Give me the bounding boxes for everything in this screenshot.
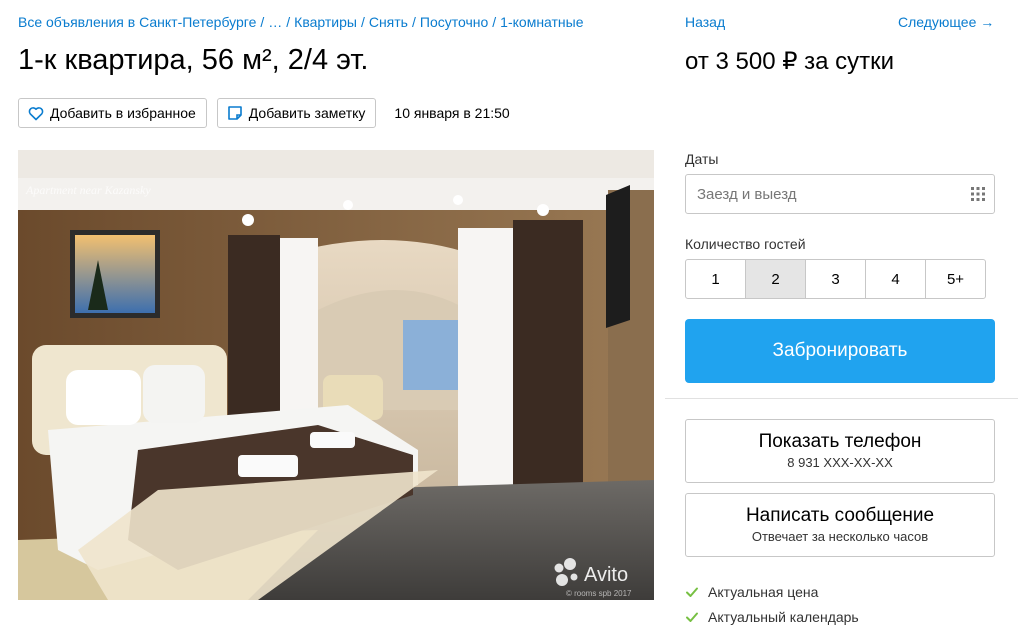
divider <box>665 398 1018 399</box>
send-message-button[interactable]: Написать сообщение Отвечает за несколько… <box>685 493 995 557</box>
listing-page: Все объявления в Санкт-Петербурге /… / Квар… <box>0 0 1018 635</box>
guests-option-1[interactable]: 1 <box>685 259 746 299</box>
book-button[interactable]: Забронировать <box>685 319 995 383</box>
feature-actual-price: Актуальная цена <box>685 584 818 600</box>
feature-label: Актуальный календарь <box>708 609 859 625</box>
heart-icon <box>28 105 44 121</box>
dates-label: Даты <box>685 151 719 167</box>
check-icon <box>685 610 699 624</box>
breadcrumb-one-room[interactable]: 1-комнатные <box>500 14 583 30</box>
note-icon <box>227 105 243 121</box>
guests-option-5-plus[interactable]: 5+ <box>925 259 986 299</box>
guests-selector: 1 2 3 4 5+ <box>685 259 986 299</box>
listing-title: 1-к квартира, 56 м², 2/4 эт. <box>18 44 369 76</box>
add-note-label: Добавить заметку <box>248 105 366 121</box>
guests-option-4[interactable]: 4 <box>865 259 926 299</box>
add-to-favorites-label: Добавить в избранное <box>50 105 196 121</box>
breadcrumb-apartments[interactable]: Квартиры <box>294 14 357 30</box>
send-message-label: Написать сообщение <box>745 505 935 526</box>
photo-watermark: Apartment near Kazansky <box>25 183 151 197</box>
dates-input[interactable]: Заезд и выезд <box>685 174 995 214</box>
feature-label: Актуальная цена <box>708 584 819 600</box>
feature-actual-calendar: Актуальный календарь <box>685 609 859 625</box>
next-link[interactable]: Следующее → <box>898 14 994 30</box>
breadcrumb-daily[interactable]: Посуточно <box>420 14 488 30</box>
photo-gallery[interactable]: Apartment near Kazansky Avito © rooms sp… <box>18 150 654 600</box>
show-phone-button[interactable]: Показать телефон 8 931 XXX-XX-XX <box>685 419 995 483</box>
calendar-grid-icon <box>971 187 985 205</box>
breadcrumb-separator: / <box>286 14 291 30</box>
breadcrumb-rent[interactable]: Снять <box>369 14 408 30</box>
phone-number: 8 931 XXX-XX-XX <box>787 455 893 470</box>
breadcrumb-all-listings[interactable]: Все объявления в Санкт-Петербурге <box>18 14 256 30</box>
breadcrumb-separator: / <box>411 14 416 30</box>
back-link[interactable]: Назад <box>685 14 725 30</box>
add-note-button[interactable]: Добавить заметку <box>216 98 377 128</box>
photo-copyright: © rooms spb 2017 <box>566 589 632 598</box>
response-time: Отвечает за несколько часов <box>751 529 929 544</box>
breadcrumb-ellipsis[interactable]: … <box>268 14 282 30</box>
guests-option-2[interactable]: 2 <box>745 259 806 299</box>
show-phone-label: Показать телефон <box>758 431 922 452</box>
check-icon <box>685 585 699 599</box>
breadcrumb-separator: / <box>492 14 497 30</box>
listing-photo: Apartment near Kazansky Avito © rooms sp… <box>18 150 654 600</box>
breadcrumb: Все объявления в Санкт-Петербурге /… / Квар… <box>18 14 584 30</box>
dates-placeholder: Заезд и выезд <box>697 185 797 203</box>
add-to-favorites-button[interactable]: Добавить в избранное <box>18 98 207 128</box>
breadcrumb-separator: / <box>260 14 265 30</box>
guests-option-3[interactable]: 3 <box>805 259 866 299</box>
avito-watermark: Avito <box>584 564 628 586</box>
listing-actions: Добавить в избранное Добавить заметку 10… <box>18 98 510 128</box>
price: от 3 500 ₽ за сутки <box>685 48 895 75</box>
breadcrumb-separator: / <box>360 14 365 30</box>
publish-date: 10 января в 21:50 <box>394 105 510 121</box>
guests-label: Количество гостей <box>685 236 806 252</box>
